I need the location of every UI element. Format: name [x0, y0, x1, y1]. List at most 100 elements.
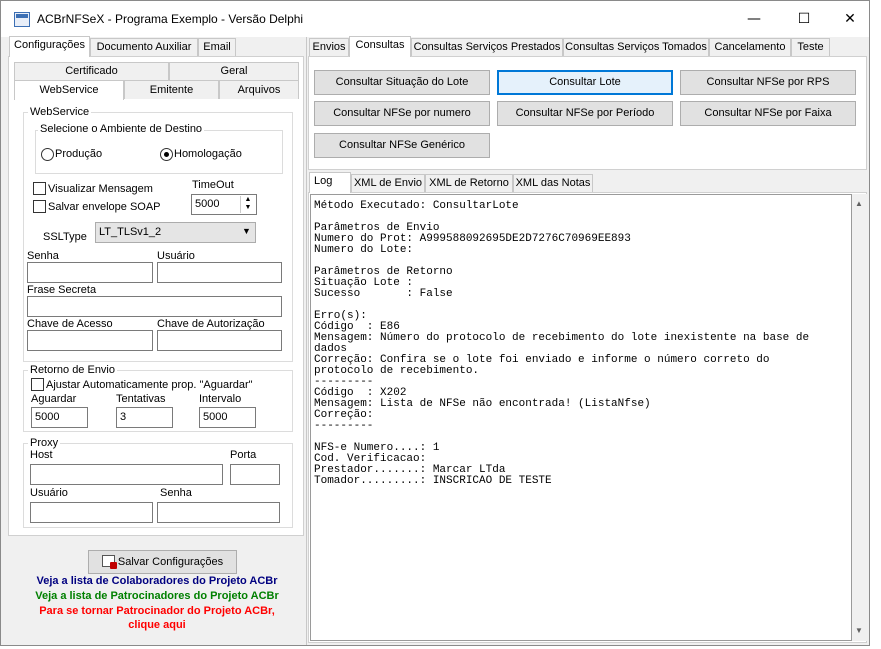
ssltype-select[interactable]: LT_TLSv1_2: [95, 222, 256, 243]
salvar-configuracoes-label: Salvar Configurações: [117, 556, 224, 568]
proxy-senha-input[interactable]: [157, 502, 280, 523]
scroll-up-icon[interactable]: ▲: [855, 199, 863, 208]
chave-acesso-label: Chave de Acesso: [27, 318, 113, 330]
salvar-envelope-checkbox[interactable]: [33, 200, 46, 213]
tab-envios[interactable]: Envios: [309, 38, 349, 57]
usuario-input[interactable]: [157, 262, 282, 283]
log-line: protocolo de recebimento.: [314, 365, 480, 377]
log-line: Método Executado: ConsultarLote: [314, 200, 519, 212]
window-title: ACBrNFSeX - Programa Exemplo - Versão De…: [37, 12, 304, 26]
webservice-group-title: WebService: [28, 106, 92, 118]
log-line: Numero do Lote:: [314, 244, 414, 256]
save-config-icon: [101, 555, 117, 569]
consultar-nfse-rps-button[interactable]: Consultar NFSe por RPS: [680, 70, 856, 95]
ambiente-group-title: Selecione o Ambiente de Destino: [38, 123, 205, 135]
log-line: Correção:: [314, 409, 374, 421]
intervalo-input[interactable]: 5000: [199, 407, 256, 428]
proxy-porta-input[interactable]: [230, 464, 280, 485]
patrocinadores-link[interactable]: Veja a lista de Patrocinadores do Projet…: [8, 590, 306, 602]
usuario-label: Usuário: [157, 250, 195, 262]
timeout-spin-arrows-icon[interactable]: ▲ ▼: [240, 196, 255, 213]
aguardar-label: Aguardar: [31, 393, 77, 405]
consultar-situacao-lote-button[interactable]: Consultar Situação do Lote: [314, 70, 490, 95]
salvar-configuracoes-button[interactable]: Salvar Configurações: [88, 550, 237, 574]
splitter[interactable]: [306, 37, 307, 645]
right-tabbar: Envios Consultas Consultas Serviços Pres…: [308, 36, 868, 57]
chave-acesso-input[interactable]: [27, 330, 153, 351]
consultar-lote-button[interactable]: Consultar Lote: [497, 70, 673, 95]
proxy-usuario-label: Usuário: [30, 487, 68, 499]
colaboradores-link[interactable]: Veja a lista de Colaboradores do Projeto…: [8, 575, 306, 587]
log-line: Sucesso : False: [314, 288, 453, 300]
clique-aqui-link[interactable]: clique aqui: [8, 619, 306, 631]
consultar-nfse-periodo-button[interactable]: Consultar NFSe por Período: [497, 101, 673, 126]
tab-documento-auxiliar[interactable]: Documento Auxiliar: [90, 38, 198, 57]
close-button[interactable]: ✕: [827, 1, 873, 37]
radio-homologacao-label: Homologação: [174, 148, 242, 160]
log-line: Tomador.........: INSCRICAO DE TESTE: [314, 475, 552, 487]
log-scrollbar[interactable]: ▲ ▼: [852, 194, 867, 641]
tab-xml-retorno[interactable]: XML de Retorno: [425, 174, 513, 193]
log-line: Mensagem: Número do protocolo de recebim…: [314, 332, 810, 344]
senha-input[interactable]: [27, 262, 153, 283]
app-icon: [14, 12, 30, 27]
tornar-patrocinador-link[interactable]: Para se tornar Patrocinador do Projeto A…: [8, 605, 306, 617]
radio-producao[interactable]: [41, 148, 54, 161]
chevron-down-icon: ▼: [242, 226, 251, 236]
log-memo[interactable]: Método Executado: ConsultarLote Parâmetr…: [310, 194, 852, 641]
tab-xml-envio[interactable]: XML de Envio: [351, 174, 425, 193]
tab-log[interactable]: Log: [309, 172, 351, 193]
chave-autorizacao-label: Chave de Autorização: [157, 318, 265, 330]
tab-consultas-tomados[interactable]: Consultas Serviços Tomados: [563, 38, 709, 57]
left-tabbar: Configurações Documento Auxiliar Email: [7, 36, 305, 57]
config-panel: Certificado Geral WebService Emitente Ar…: [8, 56, 304, 536]
ajustar-aguardar-checkbox[interactable]: [31, 378, 44, 391]
subtab-emitente[interactable]: Emitente: [124, 80, 219, 99]
aguardar-input[interactable]: 5000: [31, 407, 88, 428]
visualizar-mensagem-checkbox[interactable]: [33, 182, 46, 195]
proxy-usuario-input[interactable]: [30, 502, 153, 523]
tentativas-label: Tentativas: [116, 393, 166, 405]
ajustar-aguardar-label: Ajustar Automaticamente prop. "Aguardar": [46, 379, 253, 391]
log-panel: Método Executado: ConsultarLote Parâmetr…: [308, 192, 867, 643]
log-line: ---------: [314, 420, 374, 432]
tentativas-input[interactable]: 3: [116, 407, 173, 428]
log-text: Método Executado: ConsultarLote Parâmetr…: [314, 201, 809, 487]
log-line: Mensagem: Lista de NFSe não encontrada! …: [314, 398, 651, 410]
frase-secreta-input[interactable]: [27, 296, 282, 317]
consultar-nfse-numero-button[interactable]: Consultar NFSe por numero: [314, 101, 490, 126]
maximize-button[interactable]: ☐: [781, 1, 827, 37]
consultar-nfse-generico-button[interactable]: Consultar NFSe Genérico: [314, 133, 490, 158]
tab-xml-notas[interactable]: XML das Notas: [513, 174, 593, 193]
radio-homologacao[interactable]: [160, 148, 173, 161]
scroll-down-icon[interactable]: ▼: [855, 626, 863, 635]
frase-secreta-label: Frase Secreta: [27, 284, 97, 296]
retorno-envio-title: Retorno de Envio: [28, 364, 117, 376]
tab-email[interactable]: Email: [198, 38, 236, 57]
tab-consultas-prestados[interactable]: Consultas Serviços Prestados: [411, 38, 563, 57]
tab-consultas[interactable]: Consultas: [349, 36, 411, 57]
chave-autorizacao-input[interactable]: [157, 330, 282, 351]
proxy-host-label: Host: [30, 449, 53, 461]
radio-producao-label: Produção: [55, 148, 103, 160]
proxy-porta-label: Porta: [230, 449, 257, 461]
consultar-nfse-faixa-button[interactable]: Consultar NFSe por Faixa: [680, 101, 856, 126]
subtab-webservice[interactable]: WebService: [14, 80, 124, 100]
intervalo-label: Intervalo: [199, 393, 242, 405]
subtab-arquivos[interactable]: Arquivos: [219, 80, 299, 99]
subtab-certificado[interactable]: Certificado: [14, 62, 169, 80]
salvar-envelope-label: Salvar envelope SOAP: [48, 201, 161, 213]
ssltype-label: SSLType: [43, 231, 87, 243]
minimize-button[interactable]: —: [731, 1, 777, 37]
proxy-title: Proxy: [28, 437, 61, 449]
tab-teste[interactable]: Teste: [791, 38, 830, 57]
main-window: ACBrNFSeX - Programa Exemplo - Versão De…: [0, 0, 870, 646]
tab-cancelamento[interactable]: Cancelamento: [709, 38, 791, 57]
proxy-senha-label: Senha: [160, 487, 192, 499]
consultas-panel: Consultar Situação do Lote Consultar Lot…: [308, 56, 867, 170]
proxy-host-input[interactable]: [30, 464, 223, 485]
tab-configuracoes[interactable]: Configurações: [9, 36, 90, 57]
subtab-geral[interactable]: Geral: [169, 62, 299, 80]
visualizar-mensagem-label: Visualizar Mensagem: [48, 183, 153, 195]
